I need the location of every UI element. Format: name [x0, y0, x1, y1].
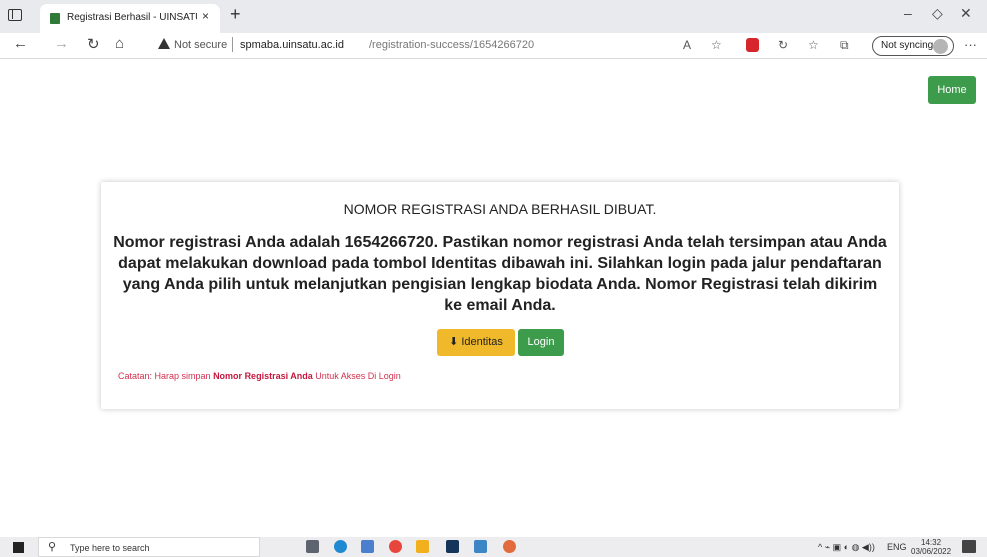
note-bold: Nomor Registrasi Anda [213, 371, 313, 381]
favorite-star-icon[interactable]: ☆ [711, 38, 722, 52]
more-menu-icon[interactable]: ··· [964, 37, 977, 52]
language-indicator[interactable]: ENG [887, 542, 907, 552]
note-suffix: Untuk Akses Di Login [312, 371, 401, 381]
url-host[interactable]: spmaba.uinsatu.ac.id [240, 39, 344, 51]
close-window-button[interactable]: ✕ [960, 5, 972, 22]
chrome-icon[interactable] [389, 540, 402, 553]
address-bar: ← → ↻ ⌂ Not secure spmaba.uinsatu.ac.id … [0, 33, 987, 59]
identitas-label: Identitas [461, 336, 503, 348]
photoshop-icon[interactable] [446, 540, 459, 553]
minimize-button[interactable]: – [904, 5, 912, 21]
windows-start-icon[interactable] [13, 542, 24, 553]
app-icon[interactable] [474, 540, 487, 553]
home-icon[interactable]: ⌂ [115, 35, 124, 52]
restore-button[interactable]: ◇ [932, 5, 943, 22]
edge-icon[interactable] [334, 540, 347, 553]
note-text: Catatan: Harap simpan Nomor Registrasi A… [118, 371, 401, 381]
tray-icons[interactable]: ^ ⌁ ▣ ◐ ◍ ◀)) [818, 542, 875, 553]
favorites-icon[interactable]: ☆ [808, 38, 819, 52]
home-button[interactable]: Home [928, 76, 976, 104]
clock-time: 14:32 [921, 538, 942, 547]
not-secure-label[interactable]: Not secure [174, 39, 227, 51]
tab-title: Registrasi Berhasil - UINSATU Sm [67, 12, 197, 23]
site-favicon-icon [50, 13, 60, 24]
refresh-extension-icon[interactable]: ↻ [778, 38, 788, 52]
registration-message: Nomor registrasi Anda adalah 1654266720.… [113, 234, 887, 314]
new-tab-button[interactable]: + [230, 4, 241, 25]
browser-app-icon[interactable] [503, 540, 516, 553]
app-icon[interactable] [361, 540, 374, 553]
tab-actions-icon[interactable] [8, 9, 22, 21]
url-divider [232, 37, 233, 52]
refresh-icon[interactable]: ↻ [87, 35, 100, 53]
clock-date: 03/06/2022 [911, 547, 952, 556]
success-heading: NOMOR REGISTRASI ANDA BERHASIL DIBUAT. [343, 201, 657, 217]
warning-icon [158, 38, 170, 49]
extension-icon[interactable] [746, 38, 759, 52]
file-explorer-icon[interactable] [416, 540, 429, 553]
collections-icon[interactable]: ⧉ [840, 38, 849, 53]
sync-label: Not syncing [881, 40, 934, 51]
tab-close-icon[interactable]: × [202, 9, 209, 23]
sync-button[interactable]: Not syncing [872, 36, 954, 56]
profile-avatar [933, 39, 948, 54]
back-icon[interactable]: ← [13, 35, 28, 52]
forward-icon[interactable]: → [54, 35, 69, 52]
clock[interactable]: 14:32 03/06/2022 [911, 538, 951, 556]
taskbar-search[interactable]: ⚲ Type here to search [38, 537, 260, 557]
note-prefix: Catatan: Harap simpan [118, 371, 214, 381]
login-button[interactable]: Login [518, 329, 564, 356]
browser-tab-bar: Registrasi Berhasil - UINSATU Sm × + – ◇… [0, 0, 987, 33]
read-aloud-icon[interactable]: A [683, 38, 691, 52]
browser-tab[interactable]: Registrasi Berhasil - UINSATU Sm × [40, 4, 220, 33]
taskbar: ⚲ Type here to search ^ ⌁ ▣ ◐ ◍ ◀)) ENG … [0, 537, 987, 557]
registration-success-card: NOMOR REGISTRASI ANDA BERHASIL DIBUAT. N… [101, 182, 899, 409]
search-icon: ⚲ [48, 541, 57, 553]
url-path[interactable]: /registration-success/1654266720 [369, 39, 534, 51]
notification-icon[interactable] [962, 540, 976, 553]
task-view-icon[interactable] [306, 540, 319, 553]
identitas-download-button[interactable]: ⬇ Identitas [437, 329, 515, 356]
download-icon: ⬇ [449, 336, 459, 348]
search-placeholder: Type here to search [70, 543, 150, 553]
